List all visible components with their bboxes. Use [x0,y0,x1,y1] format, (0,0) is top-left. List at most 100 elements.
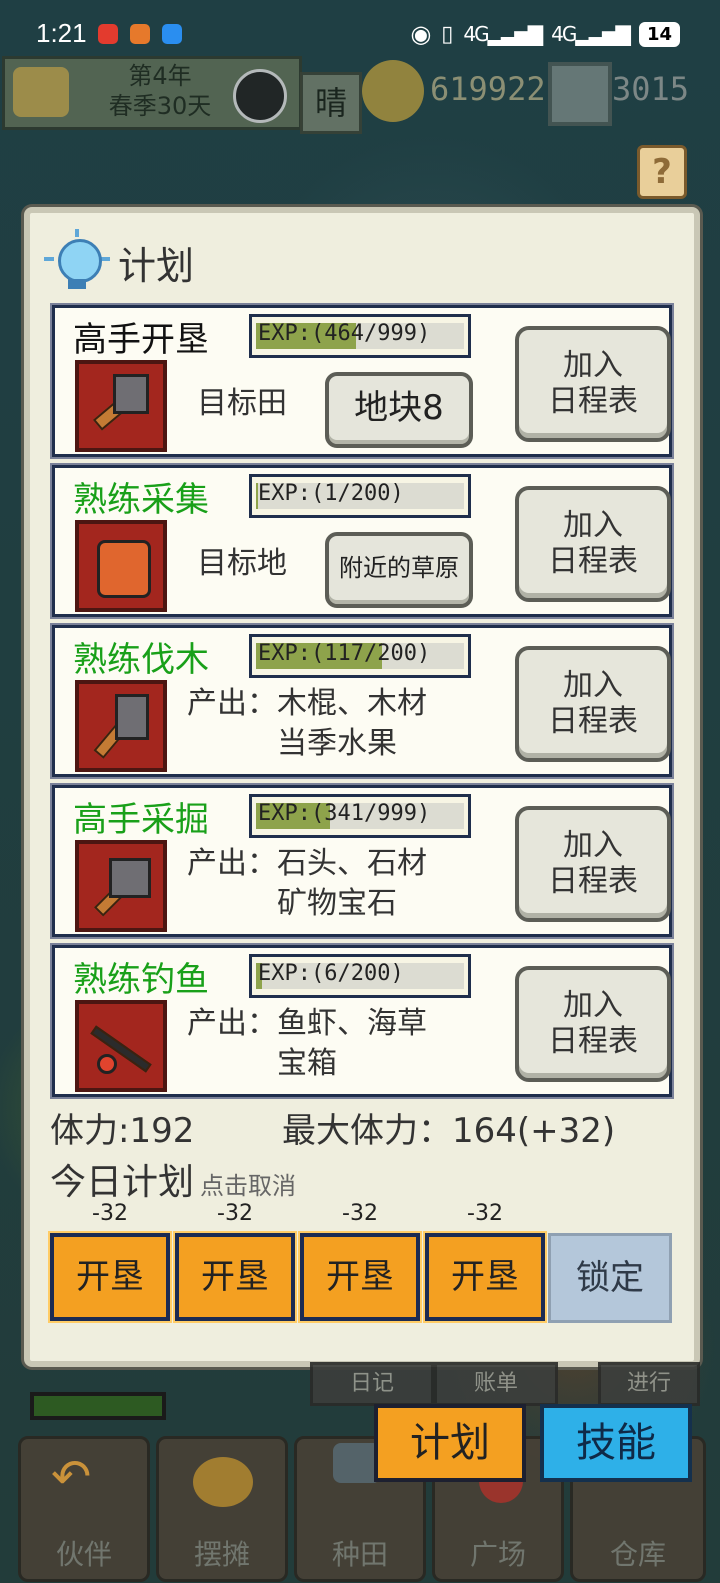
exp-bar: EXP:(6/200) [249,954,471,998]
add-to-schedule-button[interactable]: 加入 日程表 [515,646,671,762]
plan-panel: 计划 高手开垦 EXP:(464/999) 目标田 地块8 加入 日程表 熟练采… [24,207,700,1367]
output-line1: 产出：鱼虾、海草 [187,1006,427,1041]
clock-icon [233,69,287,123]
gem-icon [548,62,612,126]
add-label-line1: 加入 [563,668,623,703]
output-line1: 产出：石头、石材 [187,846,427,881]
add-label-line2: 日程表 [548,704,638,739]
season-day-label: 春季30天 [108,92,212,120]
eye-icon: ◉ [410,20,432,48]
nav-label: 仓库 [609,1538,666,1571]
tab-ledger[interactable]: 账单 [434,1362,558,1406]
lock-button[interactable]: 锁定 [548,1233,672,1323]
skill-card-mining: 高手采掘 EXP:(341/999) 产出：石头、石材 矿物宝石 加入 日程表 [50,783,674,939]
nav-label: 种田 [331,1538,388,1571]
add-to-schedule-button[interactable]: 加入 日程表 [515,966,671,1082]
exp-bar: EXP:(341/999) [249,794,471,838]
add-label-line1: 加入 [563,348,623,383]
stamina-cost: -32 [92,1201,128,1226]
tab-progress[interactable]: 进行 [598,1362,700,1406]
axe-icon [75,680,167,772]
message-notification-icon [162,24,182,44]
gold-coin-icon [362,60,424,122]
target-area-button[interactable]: 附近的草原 [325,532,473,608]
undo-arrow-icon: ↶ [51,1449,92,1505]
date-text: 第4年 春季30天 [85,61,235,121]
stamina-cost: -32 [217,1201,253,1226]
tab-diary[interactable]: 日记 [310,1362,434,1406]
cancel-hint: 点击取消 [200,1172,297,1200]
skill-name: 熟练伐木 [73,640,209,680]
health-bar [30,1392,166,1420]
today-plan-heading: 今日计划 点击取消 [50,1153,296,1205]
max-stamina-text: 最大体力：164(+32) [282,1111,616,1151]
exp-text: EXP:(1/200) [258,481,404,506]
target-label: 目标田 [197,386,287,421]
exp-bar: EXP:(464/999) [249,314,471,358]
nav-label: 广场 [469,1538,526,1571]
help-button[interactable]: ? [637,145,687,199]
year-label: 第4年 [128,62,192,90]
add-label-line1: 加入 [563,988,623,1023]
nav-partner[interactable]: ↶ 伙伴 [18,1436,150,1582]
target-field-button[interactable]: 地块8 [325,372,473,448]
exp-text: EXP:(341/999) [258,801,431,826]
hammer-icon [75,840,167,932]
add-label-line1: 加入 [563,508,623,543]
plan-button[interactable]: 计划 [374,1404,526,1482]
output-line2: 矿物宝石 [277,886,397,921]
weather-label: 晴 [300,72,362,134]
status-time: 1:21 [36,18,87,48]
add-label-line2: 日程表 [548,544,638,579]
add-to-schedule-button[interactable]: 加入 日程表 [515,486,671,602]
app-notification-icon [130,24,150,44]
hoe-icon [75,360,167,452]
plan-slot-1[interactable]: 开垦 [48,1231,172,1323]
stamina-cost: -32 [467,1201,503,1226]
battery-indicator: 14 [638,21,680,47]
exp-text: EXP:(464/999) [258,321,431,346]
date-display[interactable]: 第4年 春季30天 [2,56,302,130]
output-line2: 宝箱 [277,1046,337,1081]
plan-slot-2[interactable]: 开垦 [173,1231,297,1323]
skill-name: 熟练钓鱼 [73,960,209,1000]
signal-icon: 4G▂▃▅▇ [551,22,631,46]
skill-button[interactable]: 技能 [540,1404,692,1482]
add-label-line2: 日程表 [548,864,638,899]
add-to-schedule-button[interactable]: 加入 日程表 [515,326,671,442]
exp-bar: EXP:(117/200) [249,634,471,678]
fishing-rod-icon [75,1000,167,1092]
plan-slot-3[interactable]: 开垦 [298,1231,422,1323]
output-line2: 当季水果 [277,726,397,761]
gem-amount: 3015 [612,70,690,108]
flower-icon [13,67,69,117]
add-label-line1: 加入 [563,828,623,863]
skill-name: 熟练采集 [73,480,209,520]
skill-card-cultivate: 高手开垦 EXP:(464/999) 目标田 地块8 加入 日程表 [50,303,674,459]
exp-bar: EXP:(1/200) [249,474,471,518]
plan-slot-4[interactable]: 开垦 [423,1231,547,1323]
panel-title: 计划 [118,243,195,288]
app-notification-icon [98,24,118,44]
lightbulb-icon [44,229,110,295]
signal-icon: 4G▂▃▅▇ [463,22,543,46]
target-label: 目标地 [197,546,287,581]
nav-label: 伙伴 [55,1538,112,1571]
stamina-cost: -32 [342,1201,378,1226]
exp-text: EXP:(6/200) [258,961,404,986]
stamina-text: 体力:192 [50,1111,195,1151]
exp-text: EXP:(117/200) [258,641,431,666]
stall-icon [193,1457,253,1507]
add-label-line2: 日程表 [548,1024,638,1059]
nav-label: 摆摊 [193,1538,250,1571]
skill-name: 高手采掘 [73,800,209,840]
gold-amount: 619922 [430,70,546,108]
backpack-icon [75,520,167,612]
add-label-line2: 日程表 [548,384,638,419]
panel-header: 计划 [44,227,194,297]
skill-card-fishing: 熟练钓鱼 EXP:(6/200) 产出：鱼虾、海草 宝箱 加入 日程表 [50,943,674,1099]
nav-stall[interactable]: 摆摊 [156,1436,288,1582]
skill-card-logging: 熟练伐木 EXP:(117/200) 产出：木棍、木材 当季水果 加入 日程表 [50,623,674,779]
add-to-schedule-button[interactable]: 加入 日程表 [515,806,671,922]
status-icons: ◉ ▯ 4G▂▃▅▇ 4G▂▃▅▇ 14 [410,20,680,48]
